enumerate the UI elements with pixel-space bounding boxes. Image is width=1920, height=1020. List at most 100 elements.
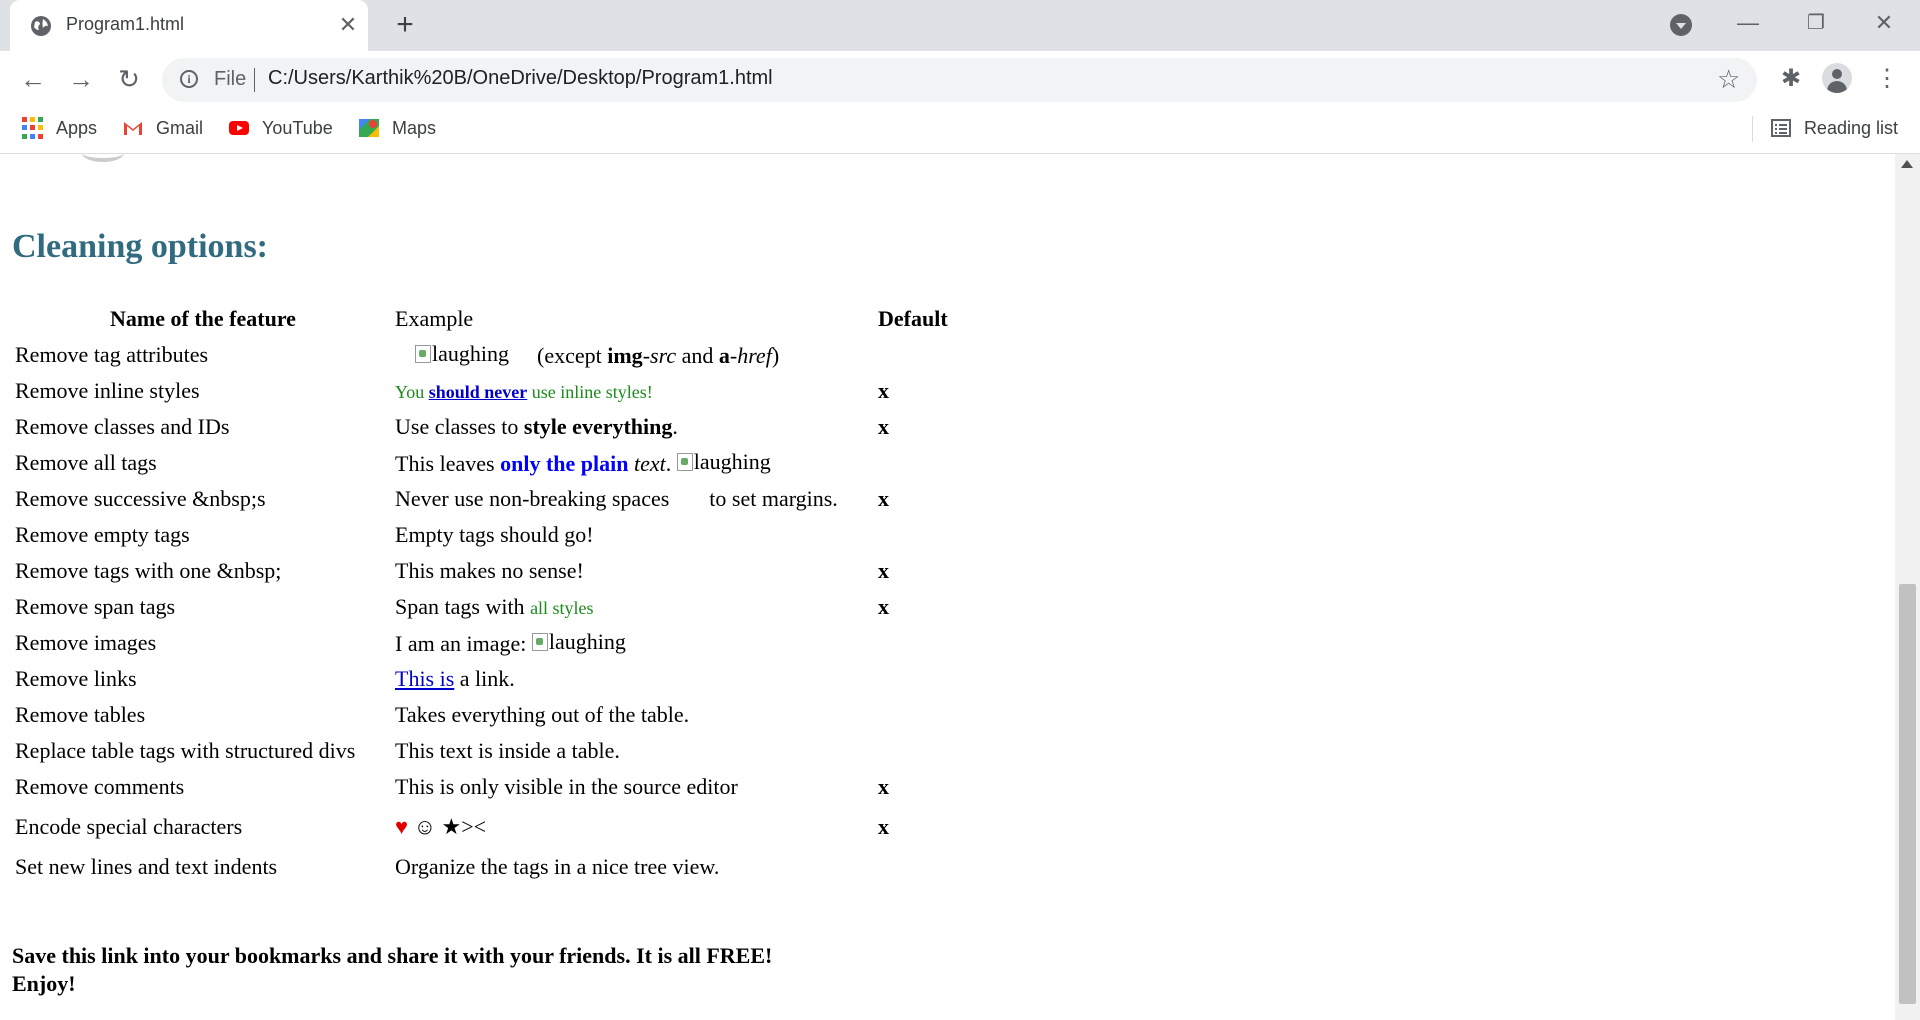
default-mark: x — [878, 378, 889, 403]
example-text: This leaves — [395, 451, 501, 476]
example-text: to set margins. — [709, 486, 838, 511]
address-bar[interactable]: i File C:/Users/Karthik%20B/OneDrive/Des… — [162, 58, 1757, 102]
example-text: . — [672, 414, 678, 439]
star-icon: ★ — [441, 814, 462, 839]
cleaning-options-table: Name of the feature Example Default Remo… — [13, 301, 950, 885]
example-cell: Organize the tags in a nice tree view. — [395, 854, 720, 879]
table-row: Remove classes and IDs Use classes to st… — [13, 409, 950, 445]
table-row: Set new lines and text indents Organize … — [13, 849, 950, 885]
feature-name: Remove classes and IDs — [15, 414, 230, 439]
forward-button[interactable]: → — [66, 64, 96, 94]
info-icon[interactable]: i — [180, 70, 198, 88]
avatar-head — [1832, 69, 1842, 79]
new-tab-button[interactable]: + — [390, 10, 420, 40]
footer-message: Save this link into your bookmarks and s… — [12, 942, 772, 998]
scroll-up-arrow-icon[interactable] — [1901, 160, 1913, 168]
default-mark — [876, 445, 950, 481]
example-cell: Empty tags should go! — [395, 522, 594, 547]
tab-search-icon[interactable] — [1670, 14, 1692, 36]
bookmark-apps[interactable]: Apps — [22, 114, 97, 142]
page-heading: Cleaning options: — [12, 228, 268, 265]
example-green: all styles — [530, 598, 594, 618]
feature-name: Remove tags with one &nbsp; — [15, 558, 282, 583]
broken-image: laughing — [676, 449, 771, 475]
example-text: use inline styles! — [527, 382, 653, 402]
table-header-row: Name of the feature Example Default — [13, 301, 950, 337]
default-mark: x — [878, 814, 889, 839]
window-close-button[interactable]: ✕ — [1854, 8, 1914, 38]
url-separator — [254, 68, 255, 92]
menu-icon[interactable]: ⋮ — [1872, 64, 1902, 94]
example-italic: href — [737, 343, 772, 368]
col-header-example: Example — [395, 306, 474, 331]
table-row: Remove span tags Span tags with all styl… — [13, 589, 950, 625]
maps-icon — [359, 119, 379, 137]
bookmark-youtube[interactable]: YouTube — [228, 114, 333, 142]
default-mark: x — [878, 594, 889, 619]
example-text: Span tags with — [395, 594, 531, 619]
example-cell: This makes no sense! — [395, 558, 584, 583]
table-row: Remove successive &nbsp;s Never use non-… — [13, 481, 950, 517]
minimize-button[interactable]: — — [1718, 8, 1778, 38]
default-mark: x — [878, 414, 889, 439]
example-bold: img — [607, 343, 643, 368]
profile-avatar[interactable] — [1822, 63, 1852, 93]
page-content: Cleaning options: Name of the feature Ex… — [0, 154, 1895, 1020]
example-cell: ♥ ☺ ★>< — [393, 805, 876, 849]
default-mark — [876, 517, 950, 553]
example-text: Use classes to — [395, 414, 524, 439]
example-text: ) — [771, 343, 780, 368]
example-link[interactable]: This is — [395, 666, 454, 691]
reading-list-label: Reading list — [1803, 117, 1898, 138]
feature-name: Remove comments — [15, 774, 185, 799]
reload-button[interactable]: ↻ — [114, 64, 144, 94]
table-row: Remove tables Takes everything out of th… — [13, 697, 950, 733]
smile-icon: ☺ — [413, 814, 437, 839]
back-button[interactable]: ← — [18, 64, 48, 94]
example-cell: Use classes to style everything. — [393, 409, 876, 445]
bookmark-label: Maps — [392, 117, 437, 138]
table-row: Remove tag attributes laughing (except im… — [13, 337, 950, 373]
url-text[interactable]: C:/Users/Karthik%20B/OneDrive/Desktop/Pr… — [268, 67, 773, 90]
example-cell: This text is inside a table. — [395, 738, 620, 763]
default-mark — [876, 697, 950, 733]
table-row: Remove tags with one &nbsp; This makes n… — [13, 553, 950, 589]
scroll-thumb[interactable] — [1899, 584, 1916, 1004]
image-alt-text: laughing — [693, 449, 771, 474]
image-alt-text: laughing — [548, 629, 626, 654]
toolbar: ← → ↻ i File C:/Users/Karthik%20B/OneDri… — [0, 51, 1920, 106]
vertical-scrollbar[interactable] — [1895, 154, 1920, 1020]
default-mark: x — [878, 558, 889, 583]
table-row: Remove comments This is only visible in … — [13, 769, 950, 805]
example-cell: Takes everything out of the table. — [395, 702, 690, 727]
example-cell: Span tags with all styles — [393, 589, 876, 625]
broken-image-icon — [676, 453, 693, 471]
bookmark-maps[interactable]: Maps — [358, 114, 436, 142]
example-cell: You should never use inline styles! — [393, 373, 876, 409]
table-row: Remove empty tags Empty tags should go! — [13, 517, 950, 553]
bookmark-star-icon[interactable]: ☆ — [1717, 64, 1740, 95]
bookmark-label: YouTube — [262, 117, 333, 138]
example-text: (except — [537, 343, 608, 368]
reading-list-button[interactable]: Reading list — [1770, 114, 1898, 142]
feature-name: Remove empty tags — [15, 522, 190, 547]
default-mark — [876, 849, 950, 885]
apps-grid-icon — [22, 117, 44, 139]
example-cell: This leaves only the plain text. laughin… — [393, 445, 876, 481]
default-mark: x — [878, 486, 889, 511]
feature-name: Set new lines and text indents — [15, 854, 278, 879]
tab-program1[interactable]: Program1.html ✕ — [10, 0, 368, 51]
extensions-icon[interactable]: ✱ — [1776, 64, 1806, 94]
example-link[interactable]: should never — [429, 382, 528, 402]
default-mark — [876, 733, 950, 769]
image-alt-text: laughing — [432, 341, 509, 366]
restore-button[interactable]: ❐ — [1786, 8, 1846, 38]
example-bold: style everything — [523, 414, 673, 439]
broken-image: laughing — [395, 341, 509, 367]
tab-close-icon[interactable]: ✕ — [336, 13, 360, 37]
example-text: and — [676, 343, 719, 368]
partial-image — [82, 154, 124, 162]
tab-strip: Program1.html ✕ + — ❐ ✕ — [0, 0, 1920, 51]
feature-name: Remove tables — [15, 702, 146, 727]
bookmark-gmail[interactable]: Gmail — [122, 114, 203, 142]
